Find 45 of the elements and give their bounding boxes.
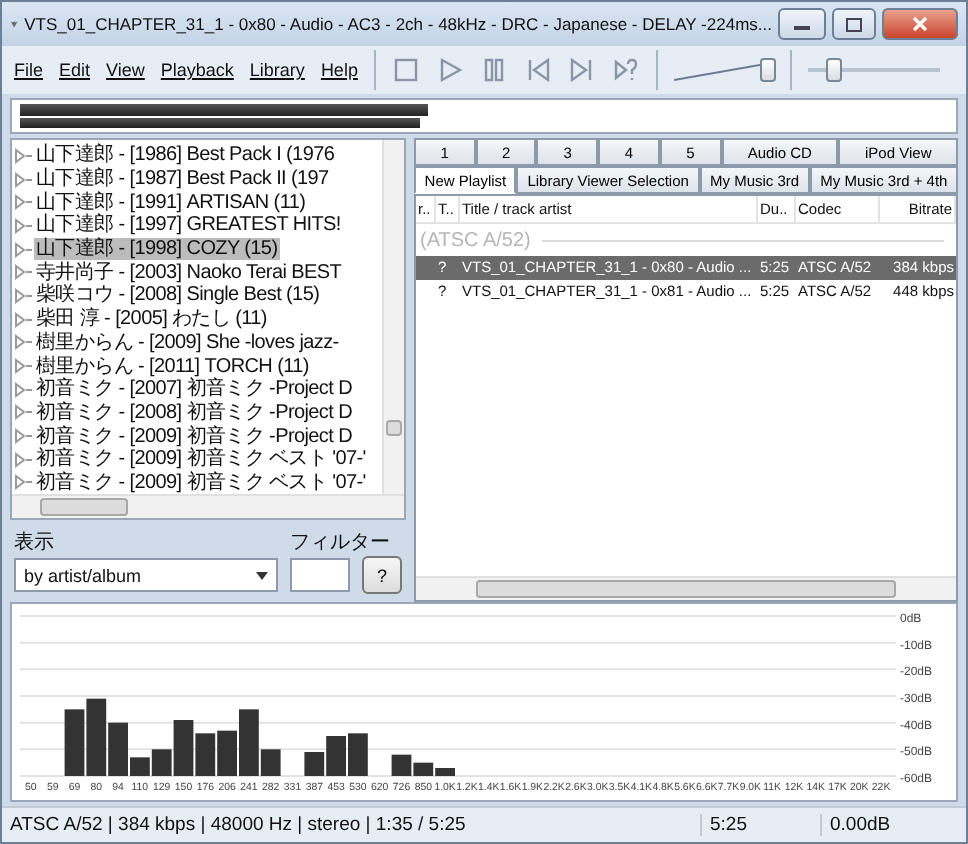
- menu-item[interactable]: Edit: [59, 60, 91, 80]
- menu-item[interactable]: Library: [249, 60, 305, 80]
- play-icon[interactable]: [435, 56, 464, 84]
- tree-item[interactable]: 山下達郎 - [1986] Best Pack I (1976: [34, 144, 337, 167]
- pause-icon[interactable]: [479, 56, 508, 84]
- tree-item[interactable]: 山下達郎 - [1998] COZY (15): [34, 238, 280, 261]
- menu-item[interactable]: Help: [320, 60, 358, 80]
- view-label: 表示: [14, 529, 56, 557]
- tree-item[interactable]: 山下達郎 - [1991] ARTISAN (11): [34, 191, 308, 214]
- menu-item[interactable]: Playback: [160, 60, 234, 80]
- status-text: ATSC A/52 | 384 kbps | 48000 Hz | stereo | 1:35 / 5:25: [2, 814, 702, 836]
- tree-item[interactable]: 樹里からん - [2011] TORCH (11): [34, 355, 311, 378]
- help-button[interactable]: ?: [362, 556, 402, 595]
- tree-item[interactable]: 山下達郎 - [1997] GREATEST HITS!: [34, 214, 343, 237]
- window-title: VTS_01_CHAPTER_31_1 - 0x80 - Audio - AC3 - 2ch - 48kHz - DRC - Japanese - DELAY -224ms...: [24, 14, 772, 34]
- volume-slider[interactable]: [673, 56, 774, 84]
- tree-item[interactable]: 初音ミク - [2009] 初音ミク ベスト '07-': [34, 448, 368, 471]
- status-text: 5:25: [702, 814, 822, 836]
- previous-icon[interactable]: [523, 56, 552, 84]
- close-button[interactable]: [882, 8, 958, 40]
- tree-item[interactable]: 初音ミク - [2009] 初音ミク ベスト '07-': [34, 471, 368, 494]
- tree-item[interactable]: 初音ミク - [2007] 初音ミク -Project D: [34, 378, 354, 401]
- random-icon[interactable]: [611, 56, 640, 84]
- caret-icon: [256, 571, 268, 580]
- maximize-button[interactable]: [832, 8, 876, 40]
- tree-item[interactable]: 柴咲コウ - [2008] Single Best (15): [34, 284, 322, 307]
- maximize-icon: [846, 17, 862, 31]
- filter-label: フィルター: [290, 530, 392, 557]
- group-header: (ATSC A/52): [420, 229, 531, 251]
- close-icon: [912, 16, 928, 32]
- tree-item[interactable]: 初音ミク - [2008] 初音ミク -Project D: [34, 401, 354, 424]
- minimize-button[interactable]: [778, 8, 826, 40]
- tree-item[interactable]: 柴田 淳 - [2005] わたし (11): [34, 308, 269, 331]
- menu-item[interactable]: File: [14, 60, 44, 80]
- stop-icon[interactable]: [391, 56, 420, 84]
- status-text: 0.00dB: [828, 814, 893, 836]
- filter-field[interactable]: [290, 558, 350, 593]
- view-dropdown[interactable]: by artist/album: [14, 558, 278, 593]
- next-icon[interactable]: [567, 56, 596, 84]
- tree-item[interactable]: 樹里からん - [2009] She -loves jazz-: [34, 331, 341, 354]
- tree-item[interactable]: 寺井尚子 - [2003] Naoko Terai BEST: [34, 261, 344, 284]
- tree-item[interactable]: 山下達郎 - [1987] Best Pack II (197: [34, 168, 331, 191]
- tree-item[interactable]: 初音ミク - [2009] 初音ミク -Project D: [34, 425, 354, 448]
- menu-item[interactable]: View: [106, 60, 145, 80]
- seek-slider[interactable]: [807, 56, 940, 84]
